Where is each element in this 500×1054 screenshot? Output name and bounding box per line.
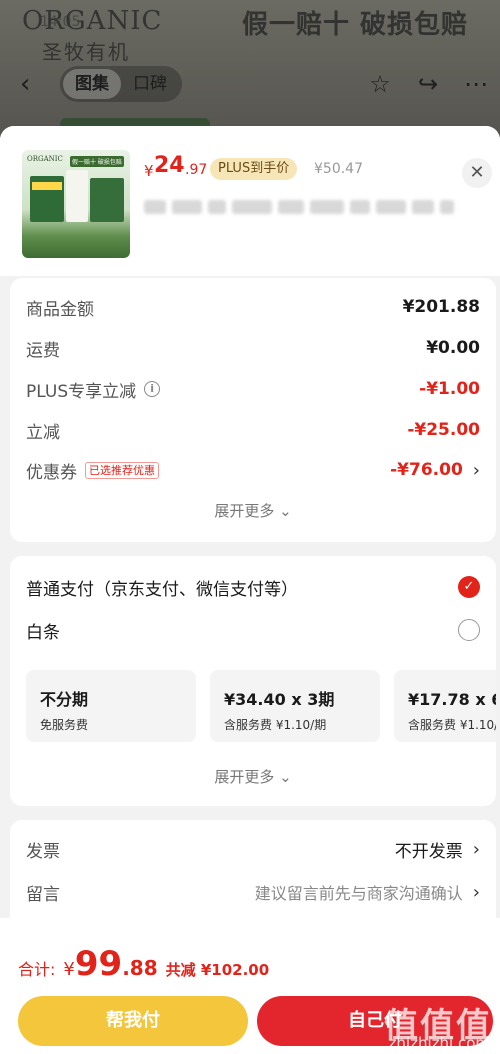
- original-price: ¥50.47: [314, 161, 363, 177]
- summary-row-discount: 立减 -¥25.00: [26, 415, 480, 445]
- product-box-label: [32, 182, 62, 190]
- summary-value: -¥1.00: [419, 379, 480, 399]
- payment-card: 普通支付（京东支付、微信支付等） ✓ 白条 不分期 免服务费 ¥34.40 x …: [10, 556, 496, 806]
- watermark: 值值值 zhizhizhi.com: [352, 998, 498, 1052]
- plus-price-tag: PLUS到手价: [210, 158, 298, 180]
- status-time: 14:05: [40, 14, 81, 30]
- chevron-right-icon: ›: [472, 838, 480, 860]
- product-image: ORGANIC 假一赔十 破损包赔: [22, 150, 130, 258]
- more-icon[interactable]: ⋯: [462, 70, 490, 98]
- summary-row-shipping: 运费 ¥0.00: [26, 333, 480, 363]
- summary-value: -¥25.00: [407, 420, 480, 440]
- coupon-tag: 已选推荐优惠: [85, 461, 159, 479]
- summary-row-plus-discount: PLUS专享立减 i -¥1.00: [26, 374, 480, 404]
- plan-subtitle: 含服务费 ¥1.10/期: [224, 718, 327, 732]
- product-header: ORGANIC 假一赔十 破损包赔 ¥ 24 .97 PLUS到手价 ¥50.4…: [0, 126, 500, 276]
- info-icon[interactable]: i: [144, 381, 161, 397]
- checkmark-icon[interactable]: ✓: [458, 576, 480, 598]
- background-slogan: 假一赔十 破损包赔: [242, 10, 469, 40]
- product-box: [66, 170, 88, 222]
- installment-plan[interactable]: 不分期 免服务费: [26, 670, 196, 742]
- status-network: 5G: [392, 14, 412, 30]
- price-summary-card: 商品金额 ¥201.88 运费 ¥0.00 PLUS专享立减 i -¥1.00 …: [10, 278, 496, 542]
- message-row[interactable]: 留言 建议留言前先与商家沟通确认 ›: [26, 877, 480, 907]
- installment-plan[interactable]: ¥17.78 x 6期 含服务费 ¥1.10/期: [394, 670, 496, 742]
- payment-option-baitiao[interactable]: 白条: [26, 615, 480, 645]
- invoice-label: 发票: [26, 841, 60, 862]
- message-label: 留言: [26, 884, 60, 905]
- payment-option-label: 白条: [26, 622, 60, 643]
- product-image-brand: ORGANIC: [27, 155, 63, 163]
- message-placeholder: 建议留言前先与商家沟通确认: [254, 884, 463, 903]
- price-symbol: ¥: [144, 162, 154, 180]
- product-title-blurred: [144, 197, 460, 217]
- chevron-right-icon: ›: [472, 459, 480, 481]
- order-total: 合计: ¥ 99 .88 共减 ¥102.00: [18, 944, 269, 984]
- summary-label: 商品金额: [26, 299, 94, 320]
- chevron-right-icon: ›: [472, 881, 480, 903]
- summary-label-wrap: 优惠券 已选推荐优惠: [26, 458, 159, 483]
- summary-label: 立减: [26, 422, 60, 443]
- tab-reviews[interactable]: 口碑: [121, 69, 179, 99]
- tab-gallery[interactable]: 图集: [63, 69, 121, 99]
- plan-title: ¥34.40 x 3期: [224, 690, 335, 709]
- close-icon: ✕: [469, 162, 485, 183]
- total-symbol: ¥: [63, 959, 75, 980]
- summary-value: ¥201.88: [402, 297, 480, 317]
- total-decimal: .88: [122, 956, 158, 980]
- installment-plans: 不分期 免服务费 ¥34.40 x 3期 含服务费 ¥1.10/期 ¥17.78…: [26, 670, 496, 744]
- price-integer: 24: [154, 153, 185, 178]
- watermark-url: zhizhizhi.com: [388, 1034, 490, 1052]
- summary-row-coupon[interactable]: 优惠券 已选推荐优惠 -¥76.00 ›: [26, 455, 480, 485]
- background-tabs: 图集 口碑: [60, 66, 182, 102]
- expand-more-button[interactable]: 展开更多 ⌄: [10, 766, 496, 787]
- close-button[interactable]: ✕: [462, 158, 492, 188]
- summary-label-wrap: PLUS专享立减 i: [26, 377, 161, 402]
- total-label: 合计:: [18, 960, 56, 979]
- summary-label: 运费: [26, 340, 60, 361]
- expand-more-button[interactable]: 展开更多 ⌄: [10, 500, 496, 521]
- invoice-value-wrap: 不开发票 ›: [395, 837, 480, 862]
- summary-row-goods: 商品金额 ¥201.88: [26, 292, 480, 322]
- price-decimal: .97: [185, 162, 208, 178]
- payment-option-normal[interactable]: 普通支付（京东支付、微信支付等） ✓: [26, 572, 480, 602]
- plan-title: ¥17.78 x 6期: [408, 690, 496, 709]
- share-icon[interactable]: ↪: [414, 70, 442, 98]
- total-integer: 99: [74, 944, 123, 984]
- invoice-value: 不开发票: [394, 841, 463, 862]
- plan-subtitle: 含服务费 ¥1.10/期: [408, 718, 496, 732]
- checkout-sheet: ORGANIC 假一赔十 破损包赔 ¥ 24 .97 PLUS到手价 ¥50.4…: [0, 126, 500, 1054]
- radio-unchecked-icon[interactable]: [458, 619, 480, 641]
- plan-subtitle: 免服务费: [40, 718, 89, 732]
- product-image-badge: 假一赔十 破损包赔: [70, 156, 124, 167]
- back-icon[interactable]: ‹: [20, 70, 36, 98]
- help-pay-button[interactable]: 帮我付: [18, 996, 248, 1046]
- background-brand-sub: 圣牧有机: [42, 40, 130, 64]
- plan-title: 不分期: [40, 690, 89, 709]
- background-page: ORGANIC 圣牧有机 假一赔十 破损包赔 14:05 5G ‹ 图集 口碑 …: [0, 0, 500, 140]
- installment-plan[interactable]: ¥34.40 x 3期 含服务费 ¥1.10/期: [210, 670, 380, 742]
- invoice-row[interactable]: 发票 不开发票 ›: [26, 834, 480, 864]
- summary-value: -¥76.00: [390, 460, 463, 480]
- total-reduced: 共减 ¥102.00: [165, 961, 270, 979]
- payment-option-label: 普通支付（京东支付、微信支付等）: [26, 579, 298, 600]
- summary-value: ¥0.00: [426, 338, 480, 358]
- coupon-value-wrap: -¥76.00 ›: [390, 460, 480, 481]
- star-icon[interactable]: ☆: [366, 70, 394, 98]
- summary-label: 优惠券: [26, 462, 77, 483]
- summary-label: PLUS专享立减: [26, 381, 137, 402]
- message-value-wrap: 建议留言前先与商家沟通确认 ›: [255, 880, 480, 904]
- product-box: [90, 178, 124, 222]
